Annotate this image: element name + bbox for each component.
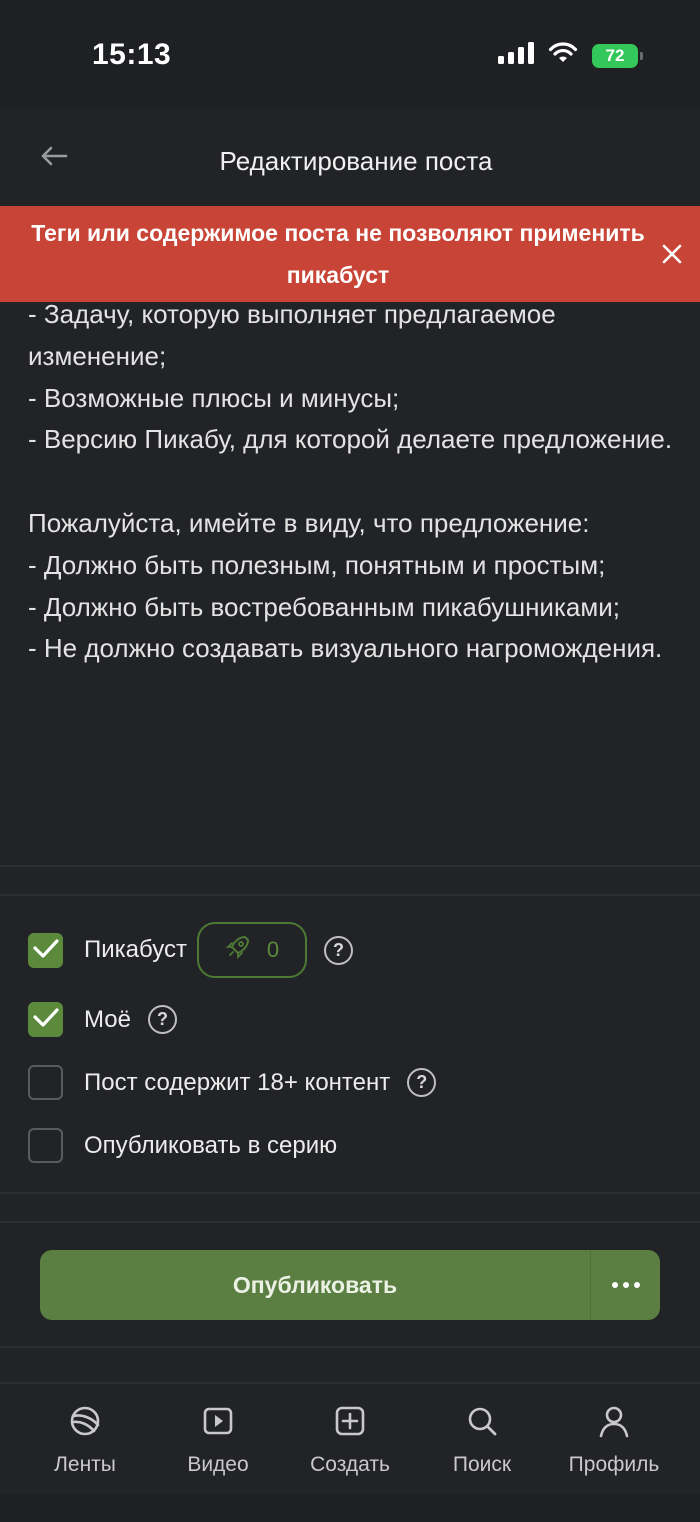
- option-nsfw: Пост содержит 18+ контент ?: [28, 1065, 437, 1100]
- more-options-button[interactable]: [590, 1250, 660, 1320]
- tab-label: Создать: [310, 1453, 390, 1476]
- divider: [0, 1192, 700, 1194]
- publish-button[interactable]: Опубликовать: [40, 1250, 590, 1320]
- option-mine: Моё ?: [28, 1002, 177, 1037]
- tab-video[interactable]: Видео: [152, 1404, 284, 1477]
- publish-group: Опубликовать: [40, 1250, 660, 1320]
- mine-help-icon[interactable]: ?: [147, 1005, 177, 1034]
- toast-close-button[interactable]: [660, 242, 684, 266]
- mine-checkbox[interactable]: [28, 1002, 63, 1037]
- more-dots-icon: [611, 1276, 641, 1294]
- series-checkbox[interactable]: [28, 1128, 63, 1163]
- option-series: Опубликовать в серию: [28, 1128, 337, 1163]
- planet-icon: [68, 1404, 102, 1443]
- signal-icon: [498, 42, 534, 69]
- series-label: Опубликовать в серию: [84, 1131, 338, 1159]
- divider: [0, 894, 700, 896]
- page-title: Редактирование поста: [219, 146, 493, 176]
- app-header: Редактирование поста: [0, 108, 700, 206]
- wifi-icon: [548, 42, 578, 69]
- search-icon: [465, 1404, 499, 1443]
- tab-search[interactable]: Поиск: [416, 1404, 548, 1477]
- plus-square-icon: [333, 1404, 367, 1443]
- pikaboost-checkbox[interactable]: [28, 932, 63, 968]
- status-icons: 72: [498, 42, 643, 69]
- bottom-tab-bar: Ленты Видео Создать Поиск Профиль: [0, 1384, 700, 1494]
- tab-feeds[interactable]: Ленты: [19, 1404, 151, 1477]
- status-bar: 15:13 72: [0, 0, 700, 108]
- status-time: 15:13: [92, 38, 172, 71]
- divider: [0, 1221, 700, 1223]
- tab-profile[interactable]: Профиль: [548, 1404, 680, 1477]
- tab-label: Профиль: [568, 1453, 660, 1476]
- pikaboost-label: Пикабуст: [84, 936, 187, 963]
- video-icon: [201, 1404, 235, 1443]
- checkmark-icon: [32, 1006, 60, 1033]
- nsfw-checkbox[interactable]: [28, 1065, 63, 1100]
- pikaboost-help-icon[interactable]: ?: [323, 935, 353, 965]
- mine-label: Моё: [84, 1005, 131, 1033]
- tab-label: Поиск: [452, 1453, 512, 1476]
- profile-icon: [597, 1404, 631, 1443]
- rocket-icon: [225, 934, 251, 966]
- home-indicator-area: [0, 1494, 700, 1522]
- tab-label: Ленты: [54, 1453, 116, 1476]
- battery-icon: 72: [592, 43, 643, 68]
- boost-count: 0: [266, 937, 280, 962]
- divider: [0, 1346, 700, 1348]
- option-pikaboost: Пикабуст 0 ?: [28, 922, 353, 978]
- pikaboost-chip[interactable]: 0: [196, 922, 307, 978]
- divider: [0, 865, 700, 867]
- nsfw-label: Пост содержит 18+ контент: [84, 1068, 391, 1096]
- post-body-text[interactable]: - Задачу, которую выполняет предлагаемое…: [28, 294, 678, 670]
- nsfw-help-icon[interactable]: ?: [407, 1068, 437, 1097]
- tab-label: Видео: [187, 1453, 249, 1476]
- tab-create[interactable]: Создать: [284, 1404, 416, 1477]
- battery-level: 72: [605, 45, 625, 65]
- checkmark-icon: [32, 937, 60, 964]
- toast-message: Теги или содержимое поста не позволяют п…: [31, 220, 645, 288]
- close-icon: [660, 244, 684, 270]
- error-toast: Теги или содержимое поста не позволяют п…: [0, 206, 700, 302]
